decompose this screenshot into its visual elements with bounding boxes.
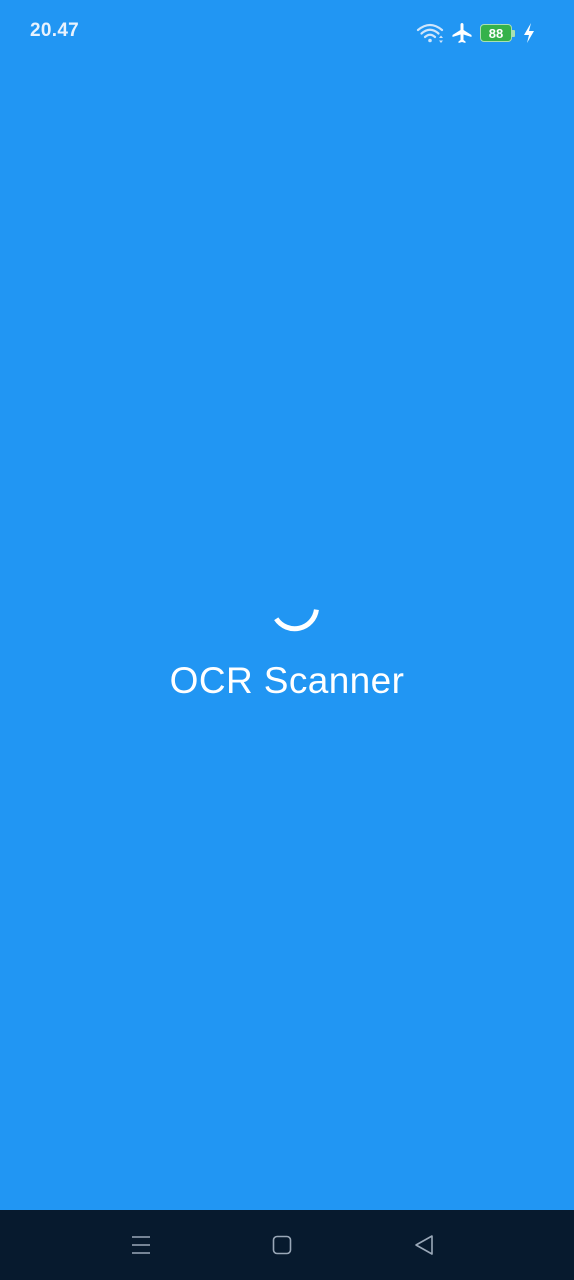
menu-icon xyxy=(132,1236,150,1254)
menu-button[interactable] xyxy=(126,1230,156,1260)
status-time: 20.47 xyxy=(30,20,80,41)
status-bar: 20.47 88 xyxy=(0,0,574,64)
status-icons: 88 xyxy=(416,20,536,46)
airplane-mode-icon xyxy=(452,23,472,43)
charging-bolt-icon xyxy=(524,23,534,43)
navigation-bar xyxy=(0,1210,574,1280)
battery-icon: 88 xyxy=(480,24,515,42)
home-button[interactable] xyxy=(267,1230,297,1260)
wifi-icon xyxy=(416,23,444,43)
splash-screen: 20.47 88 OCR Scanner xyxy=(0,0,574,1280)
back-icon xyxy=(415,1235,433,1255)
back-button[interactable] xyxy=(409,1230,439,1260)
home-icon xyxy=(272,1235,292,1255)
battery-level: 88 xyxy=(488,25,504,41)
loading-spinner xyxy=(274,609,319,632)
app-title: OCR Scanner xyxy=(169,660,405,701)
